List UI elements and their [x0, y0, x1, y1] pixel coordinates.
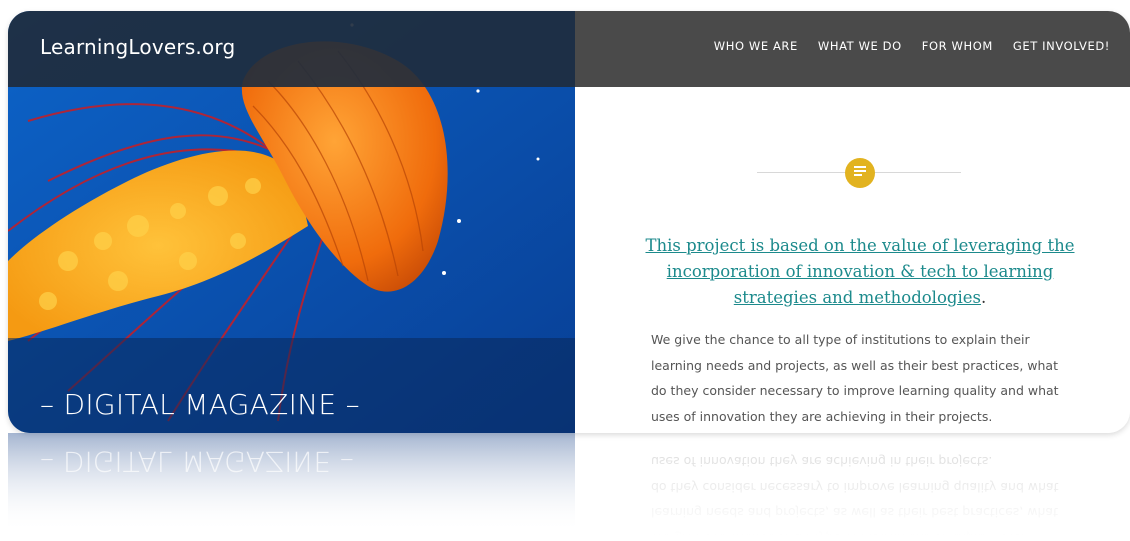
intro-section: This project is based on the value of le… [575, 87, 1130, 433]
intro-headline-link[interactable]: This project is based on the value of le… [645, 236, 1074, 307]
nav-for-whom[interactable]: FOR WHOM [922, 39, 993, 53]
nav-what-we-do[interactable]: WHAT WE DO [818, 39, 902, 53]
hero-caption-bar: – DIGITAL MAGAZINE – [8, 338, 575, 433]
site-title-link[interactable]: LearningLovers.org [40, 35, 235, 59]
nav-who-we-are[interactable]: WHO WE ARE [714, 39, 798, 53]
page-reflection: – DIGITAL MAGAZINE – We give the chance … [8, 433, 1130, 541]
document-badge [845, 158, 875, 188]
main-nav: WHO WE ARE WHAT WE DO FOR WHOM GET INVOL… [714, 39, 1110, 53]
digital-magazine-title: – DIGITAL MAGAZINE – [40, 388, 360, 421]
intro-headline: This project is based on the value of le… [635, 233, 1085, 311]
document-icon [854, 166, 866, 180]
nav-get-involved[interactable]: GET INVOLVED! [1013, 39, 1110, 53]
reflection-fade [8, 433, 1130, 541]
headline-period: . [980, 288, 987, 307]
site-header: LearningLovers.org WHO WE ARE WHAT WE DO… [8, 11, 1130, 87]
intro-paragraph: We give the chance to all type of instit… [651, 332, 1059, 424]
page-frame: – DIGITAL MAGAZINE – LearningLovers.org … [8, 11, 1130, 433]
